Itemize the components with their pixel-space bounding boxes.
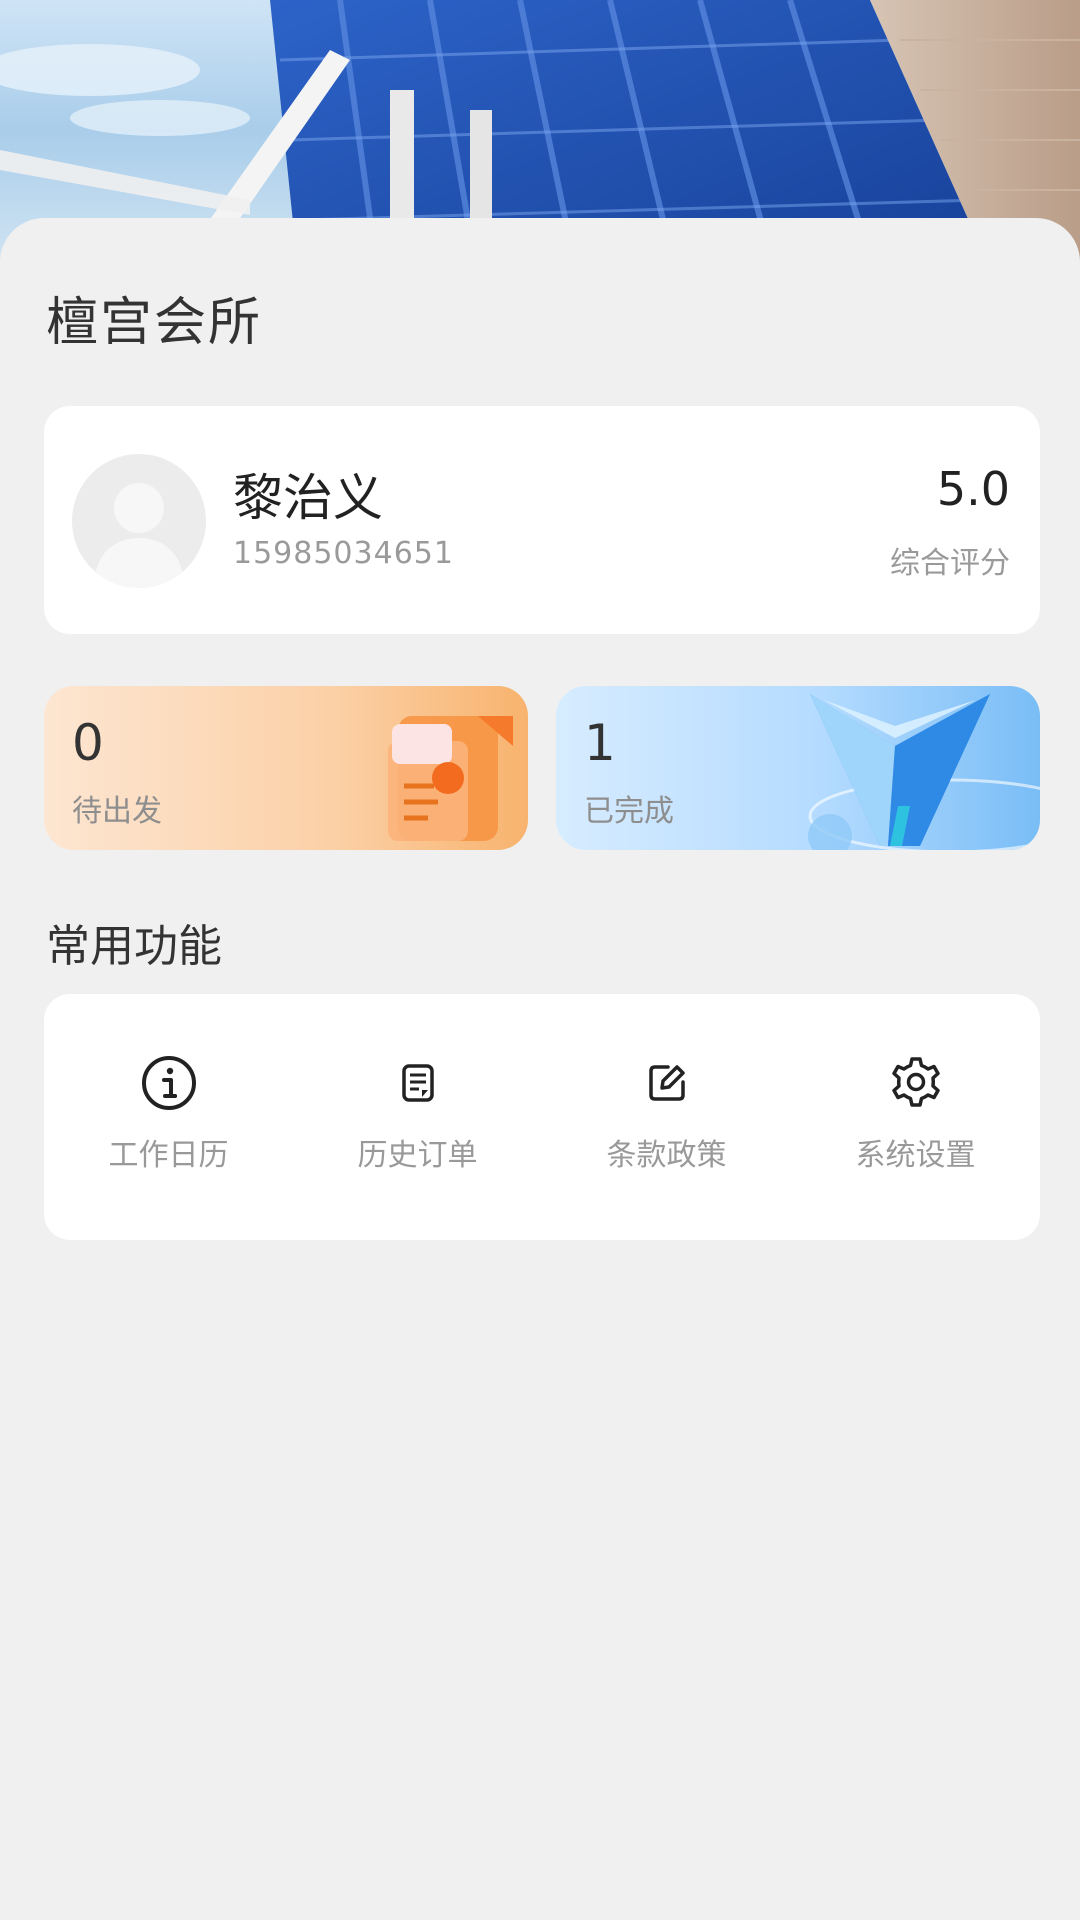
profile-card[interactable]: 黎治义 15985034651 5.0 综合评分 (44, 406, 1040, 634)
func-label: 历史订单 (357, 1138, 478, 1173)
user-name: 黎治义 (233, 469, 383, 527)
section-title-functions: 常用功能 (46, 921, 222, 972)
edit-icon (649, 1065, 685, 1101)
functions-card: 工作日历 历史订单 条款政策 系统设置 (44, 994, 1040, 1240)
func-work-calendar[interactable]: 工作日历 (44, 994, 293, 1240)
user-phone: 15985034651 (233, 536, 454, 571)
pending-label: 待出发 (72, 794, 162, 829)
done-label: 已完成 (584, 794, 674, 829)
stat-card-pending[interactable]: 0 待出发 (44, 686, 528, 850)
func-order-history[interactable]: 历史订单 (293, 994, 542, 1240)
func-terms-policy[interactable]: 条款政策 (542, 994, 791, 1240)
stat-card-done[interactable]: 1 已完成 (556, 686, 1040, 850)
document-icon (402, 1064, 434, 1102)
func-label: 工作日历 (108, 1138, 229, 1173)
main-sheet: 檀宫会所 黎治义 15985034651 5.0 综合评分 0 待出发 1 已完… (0, 218, 1080, 1920)
rating-value: 5.0 (936, 462, 1010, 516)
gear-icon (892, 1057, 940, 1107)
default-user-icon (94, 483, 184, 588)
func-system-settings[interactable]: 系统设置 (791, 994, 1040, 1240)
func-label: 系统设置 (855, 1138, 976, 1173)
checkmark-emblem-icon (808, 694, 1040, 850)
avatar[interactable] (72, 454, 206, 588)
club-name: 檀宫会所 (46, 293, 263, 353)
screen: 檀宫会所 黎治义 15985034651 5.0 综合评分 0 待出发 1 已完… (0, 0, 1080, 1920)
pending-count: 0 (72, 714, 104, 772)
scroll-document-icon (388, 716, 513, 841)
done-count: 1 (584, 714, 616, 772)
rating-label: 综合评分 (890, 546, 1010, 581)
info-circle-icon (142, 1056, 196, 1110)
func-label: 条款政策 (606, 1138, 727, 1173)
